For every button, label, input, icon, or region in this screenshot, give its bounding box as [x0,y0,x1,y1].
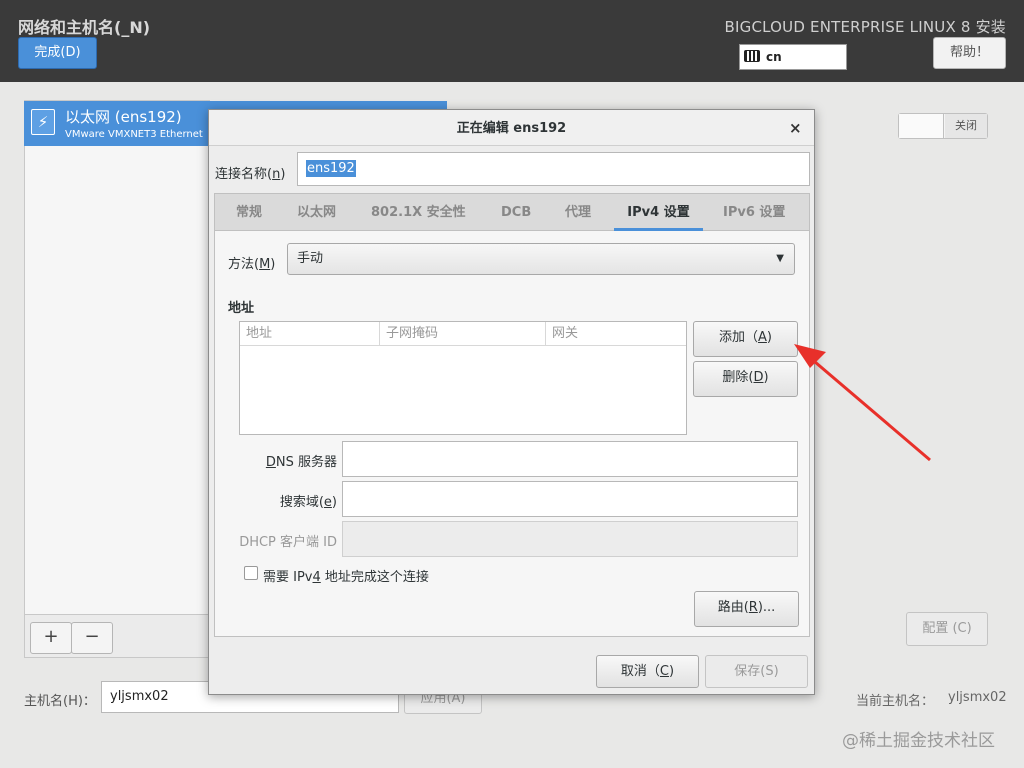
routes-button[interactable]: 路由(R)... [694,591,799,627]
edit-connection-dialog: 正在编辑 ens192 × 连接名称(n) ens192 常规 以太网 802.… [208,109,815,695]
current-hostname-value: yljsmx02 [948,690,1007,705]
tab-8021x-security[interactable]: 802.1X 安全性 [371,194,466,231]
column-header-gateway[interactable]: 网关 [546,322,686,346]
addresses-heading: 地址 [228,301,255,316]
connection-name-value: ens192 [306,160,356,177]
method-label: 方法(M) [228,257,276,272]
tab-dcb[interactable]: DCB [501,194,531,231]
connection-toggle[interactable]: 关闭 [898,113,988,139]
dns-servers-label: DNS 服务器 [265,455,337,470]
annotation-arrow [794,344,931,462]
configure-button[interactable]: 配置 (C) [906,612,988,646]
column-header-netmask[interactable]: 子网掩码 [380,322,546,346]
device-description: VMware VMXNET3 Ethernet C [65,129,205,140]
current-hostname-label: 当前主机名： [856,694,935,709]
dns-servers-input[interactable] [342,441,798,477]
tab-ipv6-settings[interactable]: IPv6 设置 [723,194,785,231]
hostname-label: 主机名(H)： [24,694,96,709]
top-bar: 网络和主机名(_N) 完成(D) BIGCLOUD ENTERPRISE LIN… [0,0,1024,82]
search-domains-input[interactable] [342,481,798,517]
arrow-shaft [807,354,931,462]
toggle-label: 关闭 [945,114,987,138]
page-title: 网络和主机名(_N) [18,18,151,37]
connection-name-input[interactable]: ens192 [297,152,810,186]
require-ipv4-label[interactable]: 需要 IPv4 地址完成这个连接 [263,566,429,585]
method-value: 手动 [297,251,324,266]
method-dropdown[interactable]: 手动 ▼ [287,243,795,275]
done-button[interactable]: 完成(D) [18,37,97,69]
tab-ethernet[interactable]: 以太网 [297,194,336,231]
tab-general[interactable]: 常规 [236,194,262,231]
arrow-head [794,344,826,368]
dhcp-client-id-label: DHCP 客户端 ID [239,535,337,550]
search-domains-label: 搜索域(e) [279,495,337,510]
watermark: @稀土掘金技术社区 [842,731,995,751]
column-header-address[interactable]: 地址 [240,322,380,346]
close-icon[interactable]: × [789,119,802,137]
keyboard-icon [744,50,760,62]
remove-device-button[interactable]: − [71,622,113,654]
toggle-knob [899,114,944,138]
tab-ipv4-settings[interactable]: IPv4 设置 [614,194,703,231]
settings-tabs: 常规 以太网 802.1X 安全性 DCB 代理 IPv4 设置 IPv6 设置 [214,193,810,231]
require-ipv4-checkbox[interactable] [244,566,258,580]
save-button[interactable]: 保存(S) [705,655,808,688]
device-list-toolbar: + − [24,614,210,658]
add-device-button[interactable]: + [30,622,72,654]
keyboard-layout-indicator[interactable]: cn [739,44,847,70]
dialog-title: 正在编辑 ens192 [209,110,814,146]
ethernet-icon: ⚡ [31,109,55,135]
connection-name-label: 连接名称(n) [215,167,286,182]
keyboard-layout-label: cn [766,50,782,64]
address-table[interactable]: 地址 子网掩码 网关 [239,321,687,435]
help-button[interactable]: 帮助！ [933,37,1006,69]
device-name: 以太网 (ens192) [65,108,182,126]
dropdown-arrow-icon: ▼ [776,253,784,264]
dhcp-client-id-input [342,521,798,557]
product-title: BIGCLOUD ENTERPRISE LINUX 8 安装 [724,18,1006,36]
cancel-button[interactable]: 取消（C) [596,655,699,688]
ipv4-settings-panel: 方法(M) 手动 ▼ 地址 地址 子网掩码 网关 添加（A) 删除(D) DNS… [214,231,810,637]
device-list [24,100,210,658]
tab-proxy[interactable]: 代理 [565,194,591,231]
